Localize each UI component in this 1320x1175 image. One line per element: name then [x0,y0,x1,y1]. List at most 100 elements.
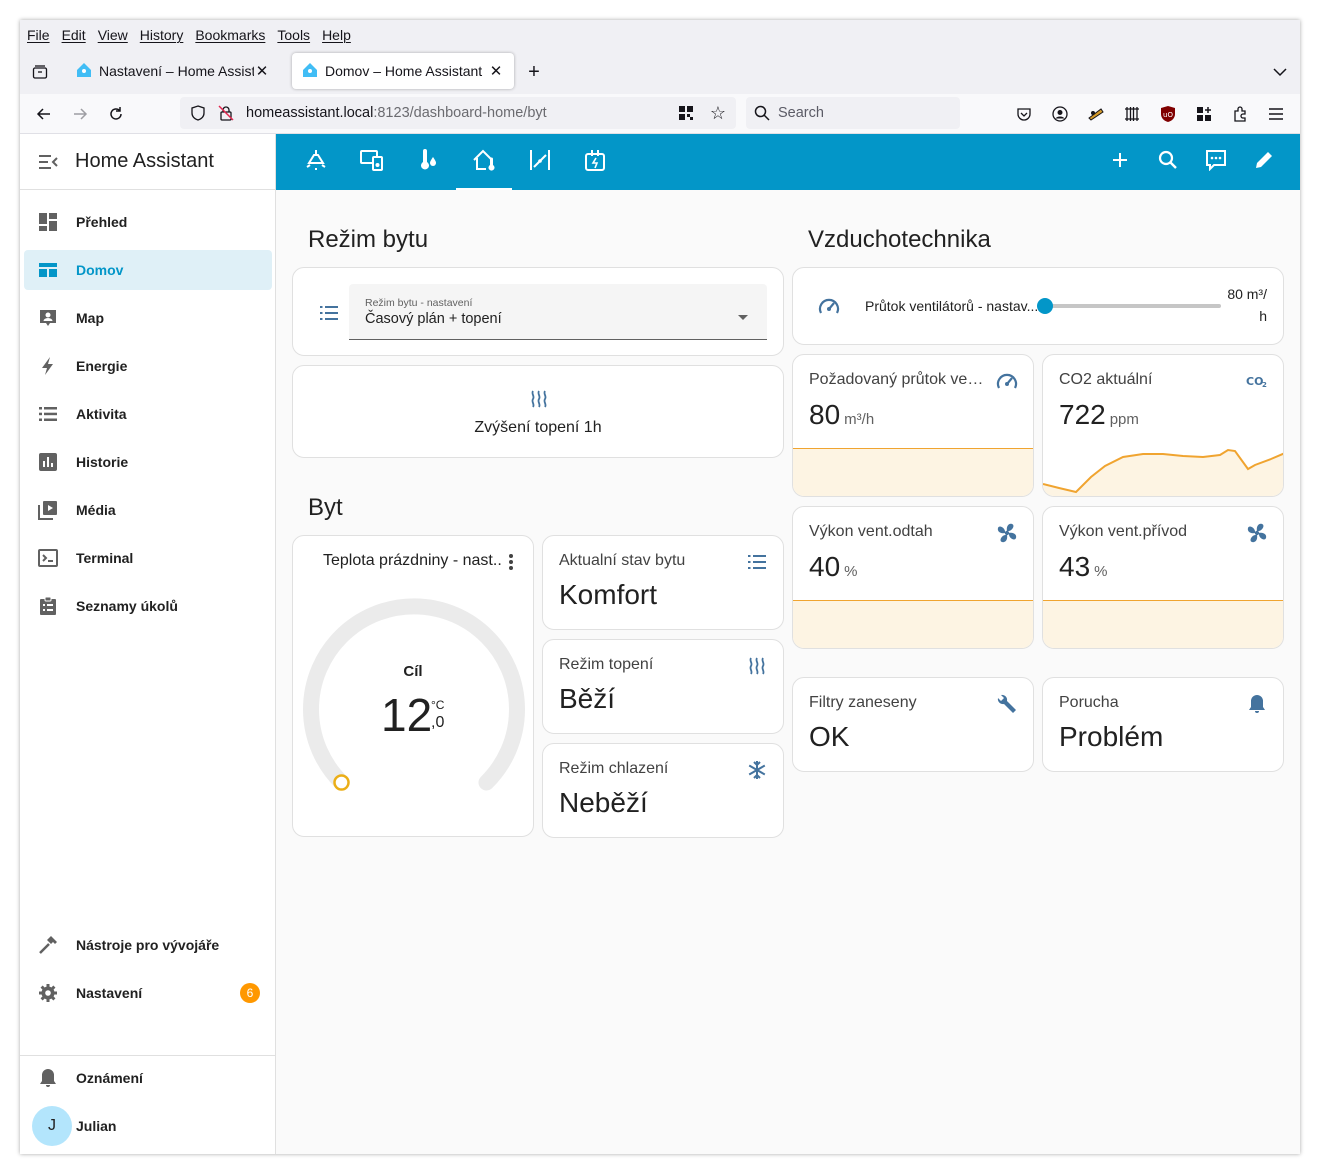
sidebar-item-terminal[interactable]: Terminal [24,538,272,578]
sensor-unit: ppm [1109,411,1139,428]
sensor-card-co2[interactable]: CO2 aktuální CO 2 722 ppm [1042,354,1284,497]
view-tab-climate[interactable] [400,134,456,190]
shield-icon[interactable] [188,105,208,121]
edit-dashboard-button[interactable] [1244,142,1284,182]
sidebar-item-label: Seznamy úkolů [76,598,178,614]
url-host: homeassistant.local [246,105,374,121]
tab-settings[interactable]: Nastavení – Home Assistant ✕ [66,53,280,89]
more-vert-icon[interactable] [501,550,521,574]
mode-select[interactable]: Režim bytu - nastavení Časový plán + top… [349,284,767,340]
menu-view[interactable]: View [98,27,128,43]
menu-tools[interactable]: Tools [277,27,310,43]
menu-history[interactable]: History [140,27,184,43]
tile-state: Neběží [559,787,648,818]
console-icon [36,546,60,570]
view-tab-lights[interactable] [288,134,344,190]
pocket-icon[interactable] [1014,104,1034,124]
assist-button[interactable] [1196,142,1236,182]
extension-plus-icon[interactable] [1194,104,1214,124]
slider-knob[interactable] [1037,298,1053,314]
sidebar-item-label: Oznámení [76,1070,143,1086]
svg-text:2: 2 [1262,381,1267,388]
qr-code-icon[interactable] [678,105,694,125]
tile-rezim-topeni[interactable]: Režim topení Běží [542,639,784,734]
sidebar-item-aktivita[interactable]: Aktivita [24,394,272,434]
list-icon [36,402,60,426]
svg-text:uO: uO [1163,111,1173,119]
hamburger-menu-icon[interactable] [1266,104,1286,124]
sidebar-item-map[interactable]: Map [24,298,272,338]
menu-file[interactable]: File [27,27,50,43]
fan-flow-slider[interactable] [1037,298,1221,314]
menu-edit[interactable]: Edit [62,27,86,43]
sensor-unit: % [1094,563,1108,580]
sidebar-item-settings[interactable]: Nastavení 6 [24,973,272,1013]
search-input[interactable]: Search [746,97,960,129]
select-card: Režim bytu - nastavení Časový plán + top… [292,267,784,356]
sensor-card-odtah[interactable]: Výkon vent.odtah 40% [792,506,1034,649]
tab-domov[interactable]: Domov – Home Assistant ✕ [292,53,514,89]
sidebar-item-label: Historie [76,454,129,470]
cog-icon [36,981,60,1005]
sensor-card-privod[interactable]: Výkon vent.přívod 43% [1042,506,1284,649]
insecure-lock-icon[interactable] [216,105,236,121]
thermostat-name: Teplota prázdniny - nast... [323,552,503,569]
dropdown-arrow-icon [737,308,749,326]
search-button[interactable] [1148,142,1188,182]
bookmark-star-icon[interactable]: ☆ [710,103,726,124]
new-tab-icon[interactable]: + [524,61,544,83]
sidebar-item-seznamy-ukolu[interactable]: Seznamy úkolů [24,586,272,626]
view-tab-blinds[interactable] [512,134,568,190]
sidebar-item-prehled[interactable]: Přehled [24,202,272,242]
tile-name: Aktualní stav bytu [559,552,686,569]
url-bar[interactable]: homeassistant.local:8123/dashboard-home/… [180,97,736,129]
forward-icon[interactable] [70,104,90,124]
sidebar-item-historie[interactable]: Historie [24,442,272,482]
sidebar-title: Home Assistant [75,150,214,172]
pencil-icon [1254,150,1274,175]
fan-icon [995,521,1019,545]
sidebar-header: Home Assistant [20,134,275,190]
tile-filtry[interactable]: Filtry zaneseny OK [792,677,1034,772]
sidebar-item-domov[interactable]: Domov [24,250,272,290]
extension-grid-icon[interactable] [1122,104,1142,124]
extensions-puzzle-icon[interactable] [1230,104,1250,124]
tile-name: Režim topení [559,656,654,673]
view-tab-power[interactable] [568,134,624,190]
menu-collapse-icon[interactable] [36,150,60,174]
back-icon[interactable] [34,104,54,124]
sidebar-item-notifications[interactable]: Oznámení [24,1058,272,1098]
home-assistant-favicon-icon [76,62,92,81]
ublock-icon[interactable]: uO [1158,104,1178,124]
menu-bookmarks[interactable]: Bookmarks [195,27,265,43]
snowflake-icon [745,758,769,782]
close-icon[interactable]: ✕ [488,62,504,80]
extension-jam-icon[interactable] [1086,104,1106,124]
account-icon[interactable] [1050,104,1070,124]
tab-overview-icon[interactable] [30,62,50,82]
dial-handle[interactable] [333,774,350,791]
boost-heating-button[interactable]: Zvýšení topení 1h [292,365,784,458]
target-value: 12 [381,689,433,741]
bell-icon [36,1066,60,1090]
chart-bar-icon [36,450,60,474]
sensor-name: Výkon vent.odtah [809,523,933,540]
tile-state: OK [809,721,850,752]
sensor-card-flow[interactable]: Požadovaný průtok vent... 80 m³/h [792,354,1034,497]
fan-icon [1245,521,1269,545]
sidebar-item-user[interactable]: J Julian [24,1106,272,1146]
add-card-button[interactable] [1100,142,1140,182]
reload-icon[interactable] [106,104,126,124]
view-tab-home[interactable] [456,134,512,190]
view-tab-devices[interactable] [344,134,400,190]
tile-rezim-chlazeni[interactable]: Režim chlazení Neběží [542,743,784,838]
sidebar-item-dev-tools[interactable]: Nástroje pro vývojáře [24,925,272,965]
close-icon[interactable]: ✕ [254,62,270,80]
menu-help[interactable]: Help [322,27,351,43]
sidebar-item-media[interactable]: Média [24,490,272,530]
tile-porucha[interactable]: Porucha Problém [1042,677,1284,772]
sidebar-item-energie[interactable]: Energie [24,346,272,386]
tile-stav-bytu[interactable]: Aktualní stav bytu Komfort [542,535,784,630]
boost-button-label: Zvýšení topení 1h [474,419,602,436]
tab-list-icon[interactable] [1270,62,1290,82]
